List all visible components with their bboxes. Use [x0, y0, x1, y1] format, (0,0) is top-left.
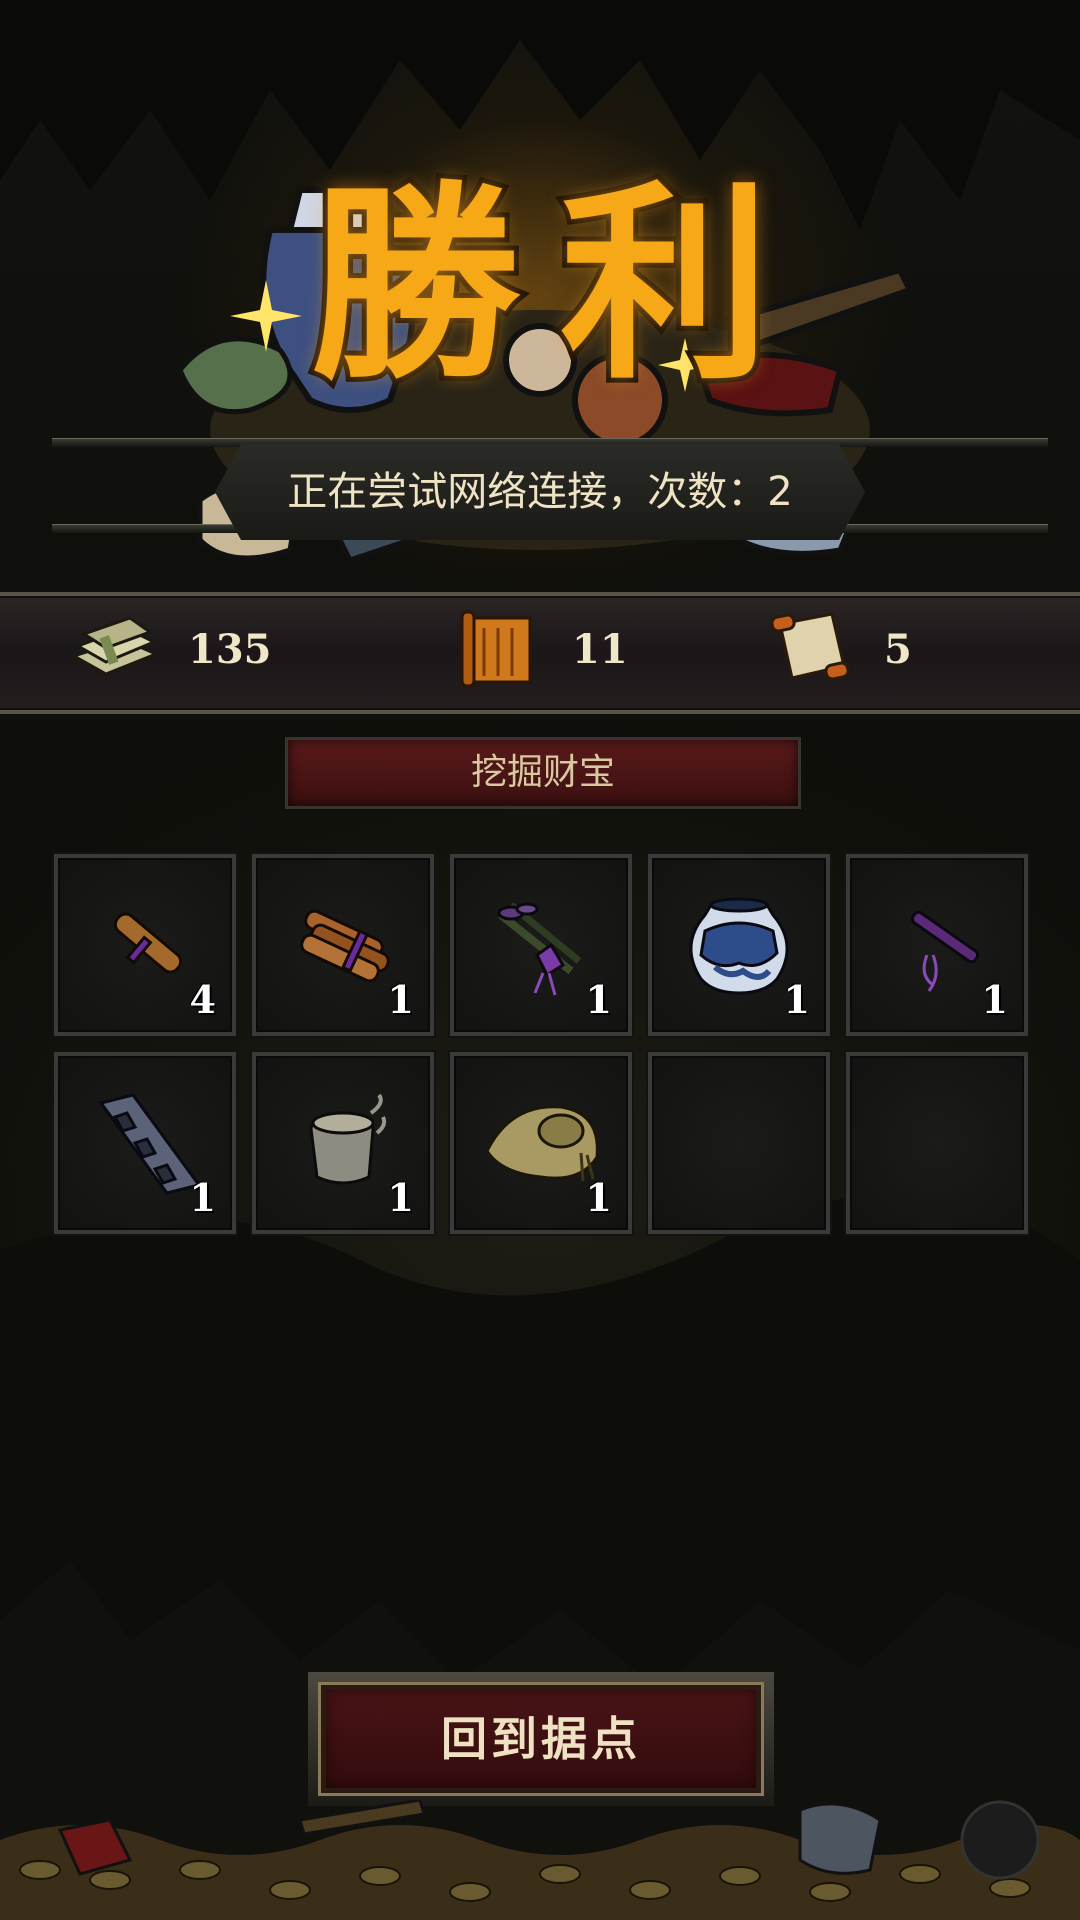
item-count: 1	[783, 977, 810, 1022]
victory-title: 勝利	[305, 156, 810, 413]
loot-slot[interactable]: 1	[648, 854, 830, 1036]
return-button-label: 回到据点	[441, 1712, 641, 1766]
item-count: 1	[585, 977, 612, 1022]
map-value: 5	[884, 626, 912, 673]
map-icon	[770, 612, 850, 681]
loot-slot[interactable]: 1	[450, 1052, 632, 1234]
money-value: 135	[188, 626, 272, 673]
empty-loot-slot	[846, 1052, 1028, 1234]
empty-loot-slot	[648, 1052, 830, 1234]
victory-screen: 勝利 正在尝试网络连接，次数：2 135 11 5 挖掘财宝 4 1 1 1 1…	[0, 0, 1080, 1920]
scroll-value: 11	[572, 626, 628, 673]
item-count: 1	[981, 977, 1008, 1022]
return-to-base-button[interactable]: 回到据点	[318, 1682, 764, 1796]
loot-slot[interactable]: 1	[252, 854, 434, 1036]
network-status-text: 正在尝试网络连接，次数：2	[287, 469, 793, 515]
loot-slot[interactable]: 4	[54, 854, 236, 1036]
bottom-treasure-pile	[0, 1800, 1080, 1920]
item-count: 1	[387, 977, 414, 1022]
loot-slot[interactable]: 1	[846, 854, 1028, 1036]
item-count: 1	[387, 1175, 414, 1220]
money-icon	[70, 616, 160, 676]
loot-slot[interactable]: 1	[54, 1052, 236, 1234]
item-count: 1	[585, 1175, 612, 1220]
section-title: 挖掘财宝	[470, 752, 615, 793]
loot-slot[interactable]: 1	[252, 1052, 434, 1234]
item-count: 1	[189, 1175, 216, 1220]
scroll-icon	[460, 610, 532, 688]
item-count: 4	[189, 977, 216, 1022]
loot-slot[interactable]: 1	[450, 854, 632, 1036]
